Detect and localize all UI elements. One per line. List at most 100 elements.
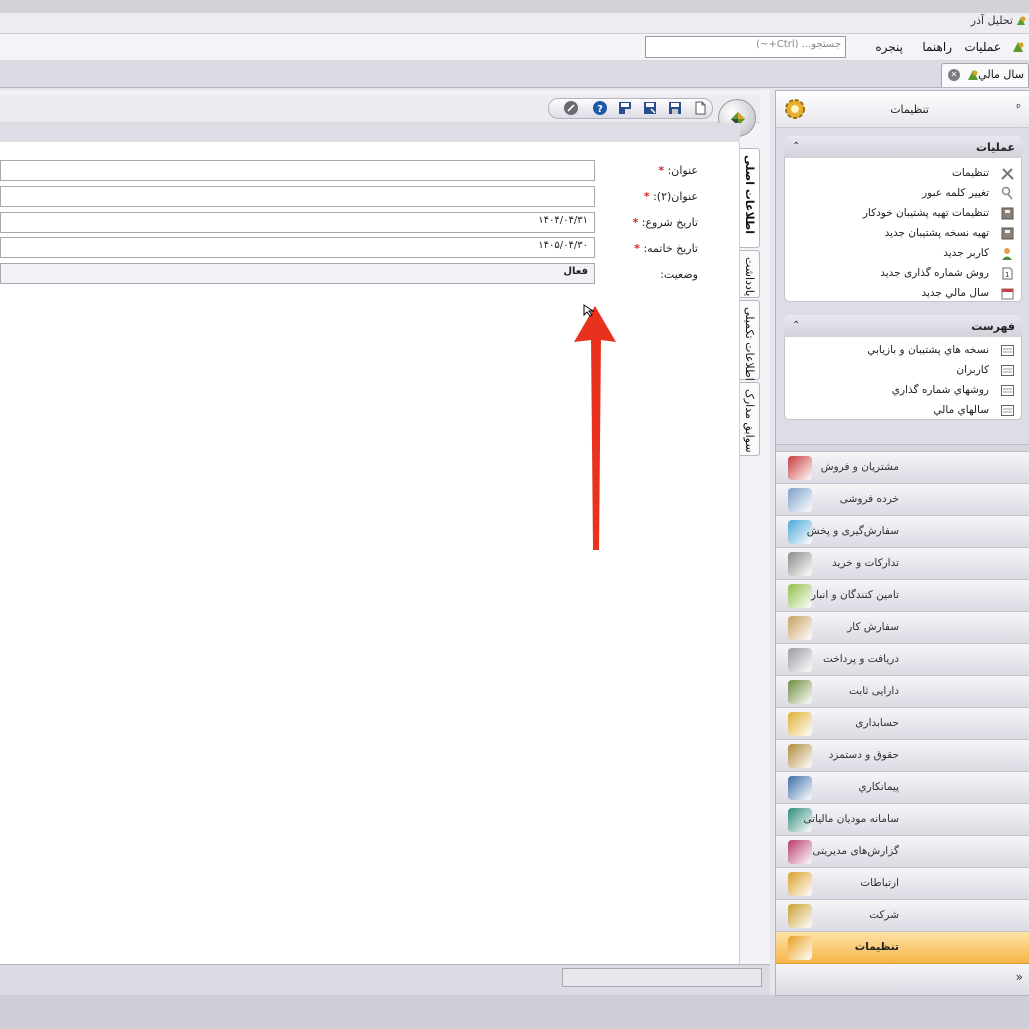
nav-item-11[interactable]: سامانه مودیان مالیاتی bbox=[776, 804, 1029, 836]
tab-app-icon bbox=[967, 69, 979, 81]
module-icon bbox=[788, 936, 812, 960]
panel-splitter[interactable] bbox=[776, 444, 1029, 452]
operations-item-new-user[interactable]: کاربر جدید bbox=[943, 247, 989, 259]
operations-item-new-backup[interactable]: تهیه نسخه پشتیبان جدید bbox=[885, 227, 989, 239]
new-document-icon[interactable] bbox=[692, 100, 708, 116]
list-item-users[interactable]: کاربران bbox=[956, 364, 989, 376]
list-icon bbox=[1000, 363, 1015, 378]
list-icon bbox=[1000, 383, 1015, 398]
tab-main-info-label: اطلاعات اصلی bbox=[743, 155, 756, 235]
svg-text:?: ? bbox=[597, 104, 603, 115]
nav-item-2[interactable]: سفارش‌گیری و پخش bbox=[776, 516, 1029, 548]
nav-item-14[interactable]: شرکت bbox=[776, 900, 1029, 932]
tab-document-history[interactable]: سوابق مدارک bbox=[740, 382, 760, 456]
calendar-icon bbox=[1000, 286, 1015, 301]
status-field[interactable]: فعال bbox=[0, 263, 595, 284]
module-icon bbox=[788, 680, 812, 704]
operations-item-change-password[interactable]: تغییر کلمه عبور bbox=[922, 187, 989, 199]
nav-item-3[interactable]: تدارکات و خرید bbox=[776, 548, 1029, 580]
app-logo-icon bbox=[1015, 15, 1027, 27]
operations-item-new-fiscal-year[interactable]: سال مالي جديد bbox=[921, 287, 989, 299]
nav-item-4[interactable]: تامین کنندگان و انبار bbox=[776, 580, 1029, 612]
form-subheader bbox=[0, 123, 740, 142]
nav-item-label: دارایی ثابت bbox=[849, 685, 899, 697]
tools-icon bbox=[1000, 166, 1015, 181]
end-date-label: تاریخ خاتمه: * bbox=[634, 242, 698, 255]
tab-fiscal-year[interactable]: سال مالي ✕ bbox=[941, 63, 1029, 87]
tab-notes-label: یادداشت bbox=[743, 257, 756, 297]
status-bar bbox=[0, 995, 1029, 1029]
search-input[interactable]: جستجو... (Ctrl+~) bbox=[645, 36, 846, 58]
list-item-backups[interactable]: نسخه هاي پشتيبان و بازيابي bbox=[867, 344, 989, 356]
save-icon[interactable] bbox=[667, 100, 683, 116]
nav-item-label: گزارش‌های مدیریتی bbox=[812, 845, 899, 857]
backup-settings-icon bbox=[1000, 206, 1015, 221]
status-label: وضعیت: bbox=[660, 268, 698, 281]
nav-item-label: دریافت و پرداخت bbox=[822, 653, 899, 665]
module-icon bbox=[788, 552, 812, 576]
list-item-fiscal-years[interactable]: سالهاي مالي bbox=[933, 404, 989, 416]
module-icon bbox=[788, 712, 812, 736]
module-icon bbox=[788, 776, 812, 800]
tab-main-info[interactable]: اطلاعات اصلی bbox=[740, 148, 760, 248]
nav-item-label: شرکت bbox=[869, 909, 899, 921]
key-icon bbox=[1000, 186, 1015, 201]
red-arrow-annotation bbox=[574, 306, 616, 550]
title-field-label: عنوان: * bbox=[658, 164, 698, 177]
menu-operations[interactable]: عملیات bbox=[964, 40, 1001, 54]
nav-item-12[interactable]: گزارش‌های مدیریتی bbox=[776, 836, 1029, 868]
nav-item-1[interactable]: خرده فروشی bbox=[776, 484, 1029, 516]
gear-icon bbox=[782, 96, 808, 122]
start-date-field[interactable]: ۱۴۰۴/۰۴/۳۱ bbox=[0, 212, 595, 233]
operations-group-title: عملیات bbox=[975, 141, 1015, 154]
pin-icon[interactable]: ᵖ bbox=[1016, 101, 1021, 114]
save-close-icon[interactable] bbox=[617, 100, 633, 116]
module-icon bbox=[788, 872, 812, 896]
operations-item-auto-backup[interactable]: تنظیمات تهیه پشتیبان خودکار bbox=[863, 207, 989, 219]
close-icon[interactable]: ✕ bbox=[948, 69, 960, 81]
help-icon[interactable]: ? bbox=[592, 100, 608, 116]
operations-item-settings[interactable]: تنظیمات bbox=[952, 167, 989, 179]
start-date-label: تاریخ شروع: * bbox=[632, 216, 698, 229]
module-icon bbox=[788, 584, 812, 608]
nav-item-13[interactable]: ارتباطات bbox=[776, 868, 1029, 900]
menu-window[interactable]: پنجره bbox=[875, 40, 903, 54]
nav-item-6[interactable]: دریافت و پرداخت bbox=[776, 644, 1029, 676]
list-item-numbering-methods[interactable]: روشهاي شماره گذاري bbox=[892, 384, 989, 396]
module-icon bbox=[788, 456, 812, 480]
collapse-icon[interactable]: ⌃ bbox=[792, 320, 800, 331]
more-modules-button[interactable]: » bbox=[1016, 970, 1023, 984]
nav-item-15[interactable]: تنظیمات bbox=[776, 932, 1029, 964]
nav-item-8[interactable]: حسابداری bbox=[776, 708, 1029, 740]
title-field[interactable] bbox=[0, 160, 595, 181]
list-group-title: فهرست bbox=[971, 320, 1015, 333]
menu-help[interactable]: راهنما bbox=[922, 40, 952, 54]
save-new-icon[interactable] bbox=[642, 100, 658, 116]
end-date-field[interactable]: ۱۴۰۵/۰۴/۳۰ bbox=[0, 237, 595, 258]
nav-item-0[interactable]: مشتریان و فروش bbox=[776, 452, 1029, 484]
tab-extra-info-label: اطلاعات تکمیلی bbox=[743, 307, 756, 381]
nav-item-5[interactable]: سفارش کار bbox=[776, 612, 1029, 644]
settings-panel-title: تنظیمات bbox=[890, 103, 929, 116]
numbering-icon: 1 bbox=[1000, 266, 1015, 281]
operations-item-new-numbering[interactable]: روش شماره گذاری جدید bbox=[880, 267, 989, 279]
nav-item-label: حسابداری bbox=[855, 717, 899, 729]
module-icon bbox=[788, 488, 812, 512]
module-icon bbox=[788, 744, 812, 768]
link-icon[interactable] bbox=[563, 100, 579, 116]
nav-item-label: سفارش کار bbox=[847, 621, 899, 633]
nav-item-label: پیمانکاري bbox=[858, 781, 899, 793]
tab-notes[interactable]: یادداشت bbox=[740, 250, 760, 298]
collapse-icon[interactable]: ⌃ bbox=[792, 141, 800, 152]
nav-item-label: حقوق و دستمزد bbox=[828, 749, 899, 761]
nav-item-label: خرده فروشی bbox=[839, 493, 899, 505]
nav-item-7[interactable]: دارایی ثابت bbox=[776, 676, 1029, 708]
tab-extra-info[interactable]: اطلاعات تکمیلی bbox=[740, 300, 760, 381]
document-tabstrip bbox=[0, 61, 1029, 88]
nav-item-10[interactable]: پیمانکاري bbox=[776, 772, 1029, 804]
tab-document-history-label: سوابق مدارک bbox=[743, 389, 756, 453]
backup-icon bbox=[1000, 226, 1015, 241]
title2-field[interactable] bbox=[0, 186, 595, 207]
nav-item-9[interactable]: حقوق و دستمزد bbox=[776, 740, 1029, 772]
user-add-icon bbox=[1000, 246, 1015, 261]
